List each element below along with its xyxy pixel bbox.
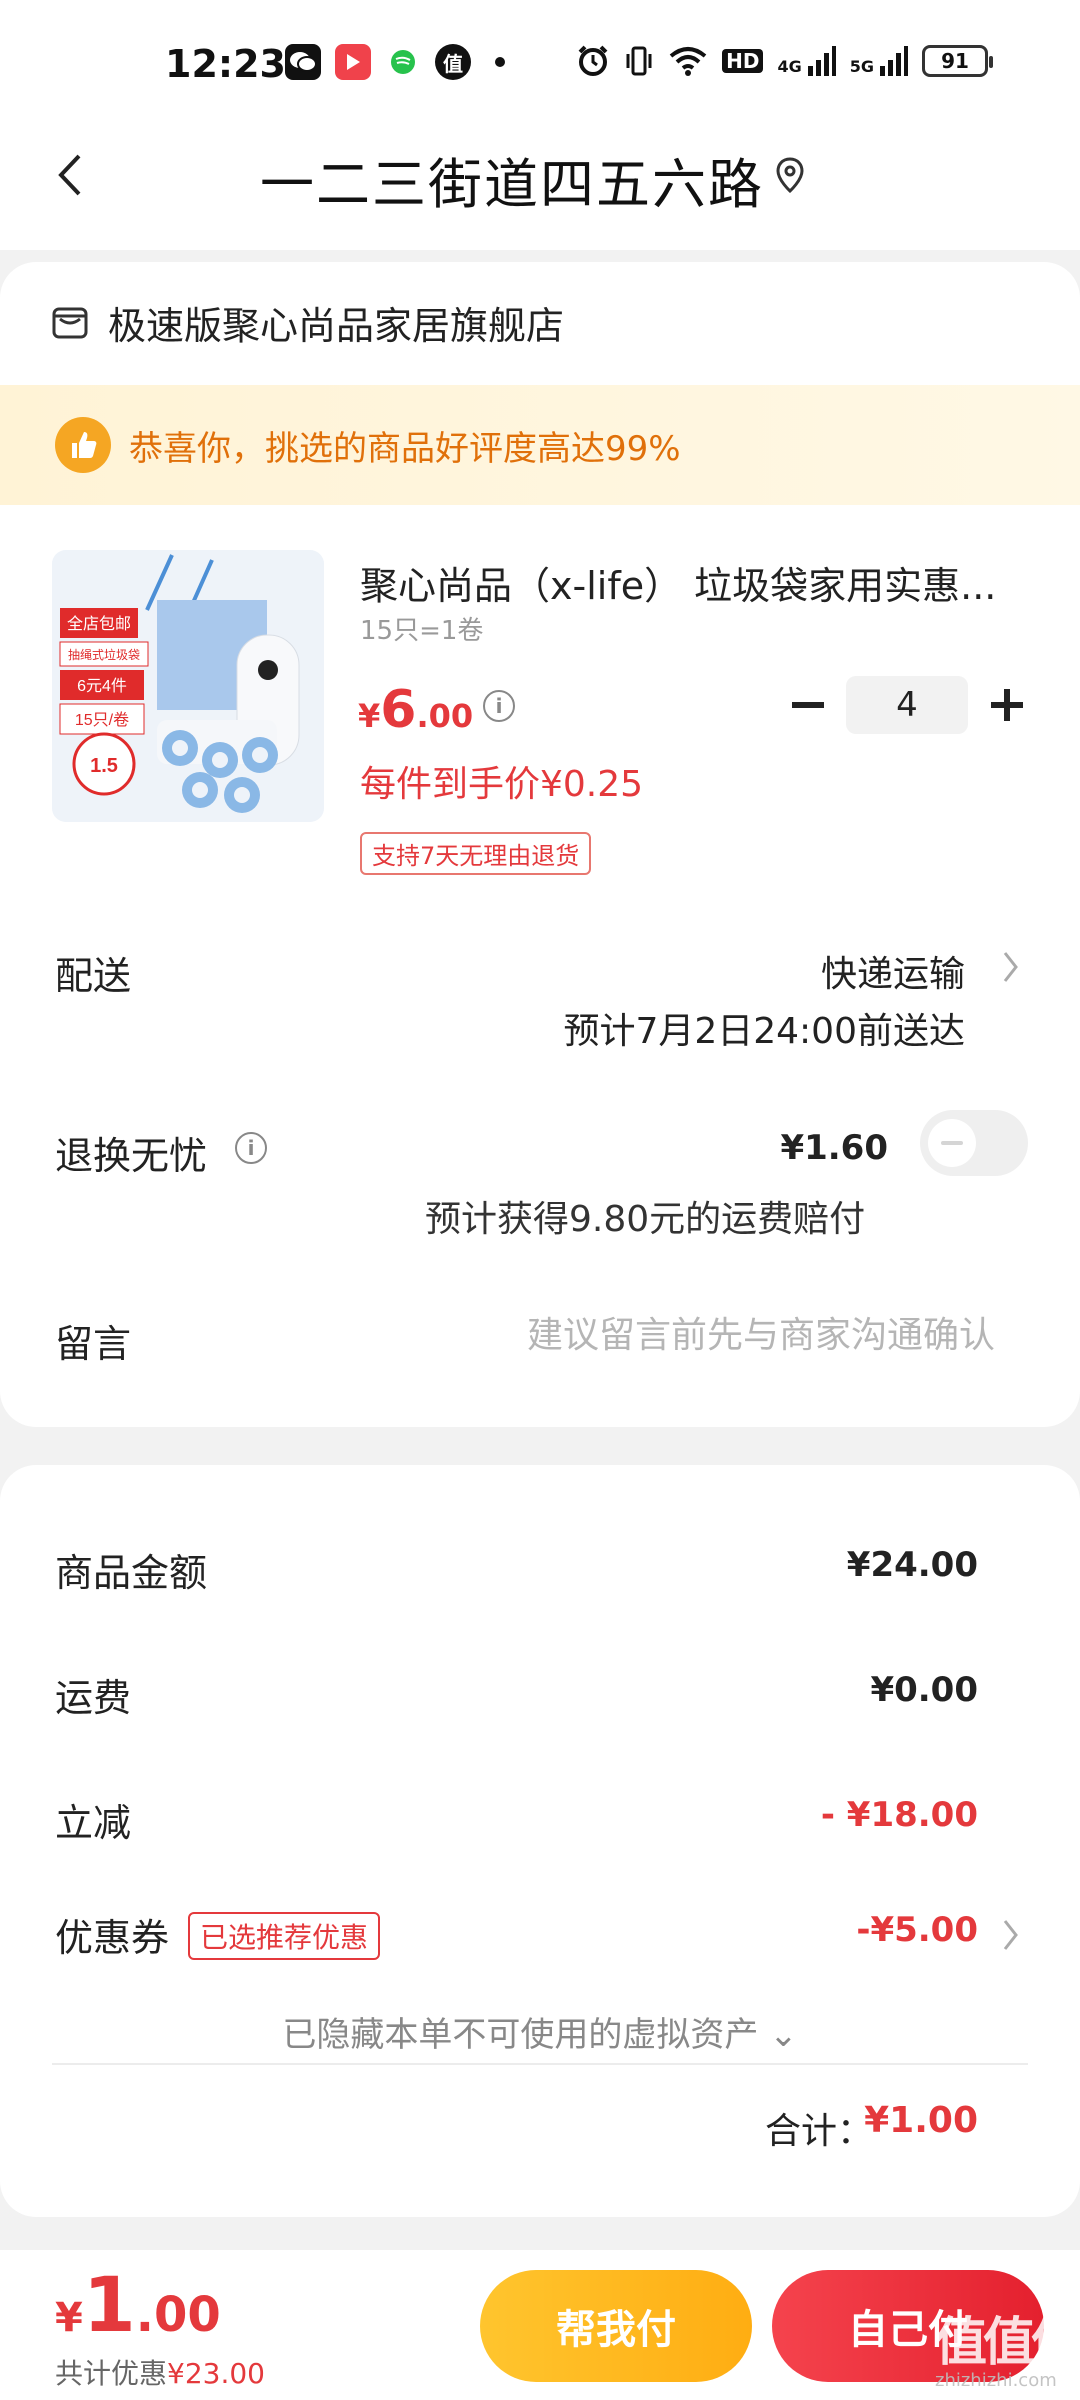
watermark-logo: 值值值 bbox=[935, 2313, 1080, 2373]
badge-bag-type: 抽绳式垃圾袋 bbox=[68, 647, 140, 662]
chevron-right-icon[interactable] bbox=[1002, 950, 1020, 984]
worry-free-toggle[interactable] bbox=[920, 1110, 1028, 1176]
product-photo: 全店包邮 抽绳式垃圾袋 6元4件 15只/卷 1.5 bbox=[52, 550, 324, 822]
discount-value: - ¥18.00 bbox=[820, 1795, 978, 1835]
coupon-chevron-right-icon[interactable] bbox=[1002, 1918, 1020, 1952]
hidden-assets-toggle[interactable]: 已隐藏本单不可使用的虚拟资产 ⌄ bbox=[0, 2007, 1080, 2056]
worry-free-label: 退换无忧 bbox=[55, 1134, 208, 1178]
worry-free-note: 预计获得9.80元的运费赔付 bbox=[425, 1199, 866, 1240]
coupon-tag: 已选推荐优惠 bbox=[188, 1912, 381, 1960]
total-label: 合计： bbox=[764, 2111, 873, 2152]
total-value: ¥1.00 bbox=[864, 2100, 978, 2141]
store-name: 极速版聚心尚品家居旗舰店 bbox=[108, 304, 565, 348]
product-image[interactable]: 全店包邮 抽绳式垃圾袋 6元4件 15只/卷 1.5 bbox=[52, 550, 324, 822]
battery-icon: 91 bbox=[922, 45, 993, 77]
chevron-left-icon bbox=[58, 154, 81, 196]
delivery-label: 配送 bbox=[55, 954, 132, 998]
battery-level: 91 bbox=[941, 49, 969, 73]
summary-divider bbox=[52, 2063, 1028, 2065]
goods-amount-value: ¥24.00 bbox=[846, 1545, 978, 1585]
promo-banner: 恭喜你，挑选的商品好评度高达99% bbox=[0, 385, 1080, 505]
page-title[interactable]: 一二三街道四五六路 bbox=[260, 140, 764, 219]
music-app-icon bbox=[385, 44, 421, 80]
price-integer: 6 bbox=[380, 680, 417, 740]
location-pin-icon[interactable] bbox=[770, 155, 810, 195]
product-title[interactable]: 聚心尚品（x-life） 垃圾袋家用实惠... bbox=[360, 555, 1010, 610]
quantity-increase-button[interactable] bbox=[985, 680, 1029, 730]
watermark-url: zhizhizhi.com bbox=[935, 2370, 1057, 2391]
vibrate-icon bbox=[626, 46, 652, 76]
message-input[interactable] bbox=[450, 1305, 995, 1365]
pay-amount: ¥1.00 bbox=[55, 2260, 221, 2349]
status-time: 12:23 bbox=[165, 42, 286, 86]
video-app-icon bbox=[335, 44, 371, 80]
zhi-app-icon: 值 bbox=[435, 44, 471, 80]
notification-dot-icon bbox=[495, 57, 505, 67]
price-info-icon[interactable]: i bbox=[483, 690, 515, 722]
product-price: ¥6.00 bbox=[358, 680, 473, 740]
signal-icon bbox=[807, 46, 836, 76]
minus-icon bbox=[792, 702, 824, 708]
badge-unit-price: 1.5 bbox=[90, 755, 118, 777]
wifi-icon bbox=[669, 47, 707, 76]
return-policy-tag: 支持7天无理由退货 bbox=[360, 832, 592, 875]
thumbs-up-icon bbox=[55, 417, 111, 473]
worry-free-info-icon[interactable]: i bbox=[235, 1132, 267, 1164]
quantity-input[interactable]: 4 bbox=[846, 676, 968, 734]
store-row[interactable]: 极速版聚心尚品家居旗舰店 bbox=[50, 295, 564, 350]
price-currency: ¥ bbox=[358, 697, 381, 735]
promo-text: 恭喜你，挑选的商品好评度高达99% bbox=[129, 428, 681, 469]
plus-icon bbox=[991, 689, 1023, 721]
alarm-icon bbox=[578, 45, 608, 76]
status-system-icons: HD 4G 5G 91 bbox=[576, 44, 993, 78]
goods-amount-label: 商品金额 bbox=[55, 1551, 208, 1595]
delivery-method[interactable]: 快递运输 bbox=[821, 945, 965, 997]
badge-count: 15只/卷 bbox=[75, 711, 129, 729]
savings-label: 共计优惠 bbox=[55, 2357, 168, 2390]
badge-promo: 6元4件 bbox=[77, 677, 127, 695]
message-label: 留言 bbox=[55, 1322, 132, 1366]
pay-integer: 1 bbox=[82, 2260, 136, 2349]
wechat-icon bbox=[285, 44, 321, 80]
product-spec: 15只=1卷 bbox=[360, 616, 484, 646]
savings-value: ¥23.00 bbox=[167, 2357, 265, 2390]
back-button[interactable] bbox=[40, 145, 100, 205]
coupon-value[interactable]: -¥5.00 bbox=[856, 1910, 978, 1950]
worry-free-price: ¥1.60 bbox=[780, 1128, 888, 1168]
toggle-knob bbox=[928, 1119, 976, 1167]
delivery-eta: 预计7月2日24:00前送达 bbox=[563, 1011, 965, 1052]
pay-currency: ¥ bbox=[55, 2295, 83, 2341]
quantity-decrease-button[interactable] bbox=[786, 680, 830, 730]
store-icon bbox=[52, 307, 88, 338]
signal-icon-2 bbox=[880, 46, 908, 76]
coupon-label[interactable]: 优惠券 bbox=[55, 1907, 169, 1962]
network-label-1: 4G bbox=[777, 57, 802, 76]
shipping-label: 运费 bbox=[55, 1676, 132, 1720]
hd-badge: HD bbox=[722, 49, 764, 73]
badge-free-shipping: 全店包邮 bbox=[67, 615, 131, 633]
network-label-2: 5G bbox=[849, 57, 874, 76]
total-savings: 共计优惠¥23.00 bbox=[55, 2352, 265, 2392]
shipping-value: ¥0.00 bbox=[870, 1670, 978, 1710]
discount-label: 立减 bbox=[55, 1801, 132, 1845]
pay-decimal: .00 bbox=[135, 2287, 221, 2343]
help-me-pay-button[interactable]: 帮我付 bbox=[480, 2270, 752, 2382]
price-decimal: .00 bbox=[416, 697, 474, 735]
unit-price: 每件到手价¥0.25 bbox=[360, 764, 644, 805]
status-app-icons: 值 bbox=[285, 44, 505, 80]
